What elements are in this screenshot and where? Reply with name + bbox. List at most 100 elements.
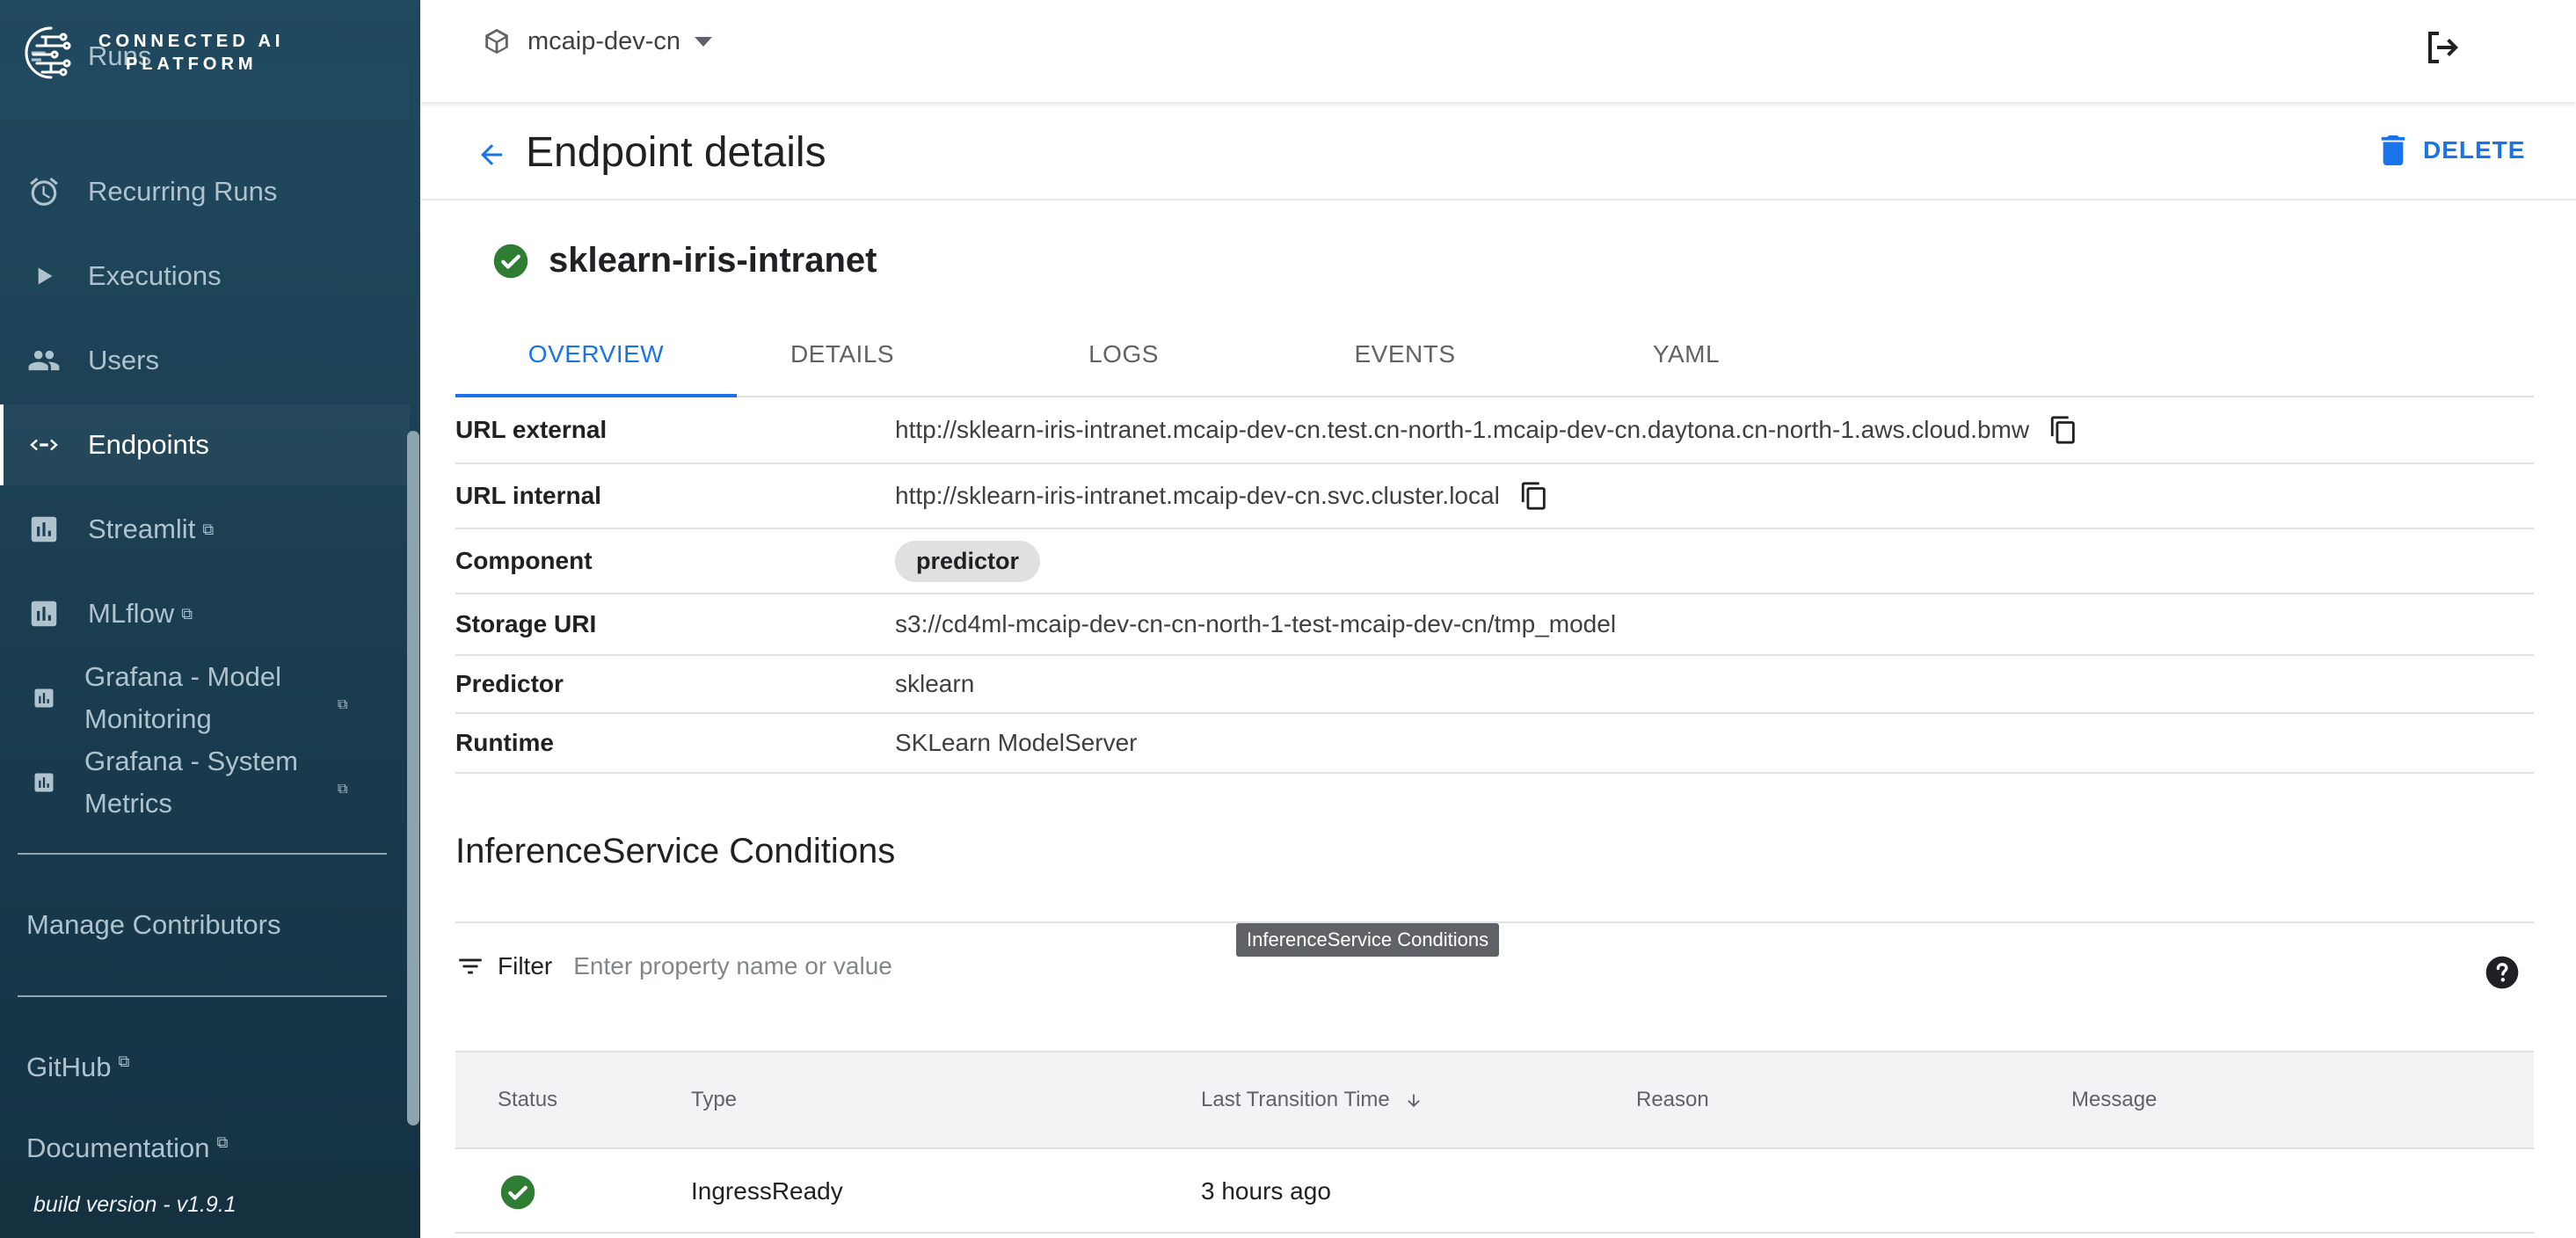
detail-key: URL external [455,416,608,443]
documentation-label: Documentation [26,1132,210,1163]
label-line-2: Metrics [84,788,172,819]
sidebar-item-label: Grafana - System Metrics [84,740,298,825]
column-header-last-transition-time[interactable]: Last Transition Time [1201,1088,1423,1112]
logo-line-2: PLATFORM [125,55,258,74]
alarm-clock-icon [26,174,62,209]
sidebar-item-label: Streamlit [88,513,196,544]
success-check-icon [500,1175,535,1210]
column-header-type[interactable]: Type [691,1088,737,1112]
play-icon [26,259,62,294]
external-link-icon: ⧉ [216,1132,229,1151]
sidebar-item-grafana-model-monitoring[interactable]: Grafana - Model Monitoring ⧉ [0,656,410,740]
table-row: IngressReady 3 hours ago [455,1149,2534,1234]
help-icon[interactable] [2485,955,2520,990]
sidebar-item-grafana-system-metrics[interactable]: Grafana - System Metrics ⧉ [0,740,410,825]
tab-overview[interactable]: OVERVIEW [455,325,737,397]
copy-icon[interactable] [1519,478,1549,513]
sidebar-item-users[interactable]: Users [0,320,410,401]
external-link-icon: ⧉ [118,1052,130,1070]
sidebar: CONNECTED AI PLATFORM Runs CONNECTED AI … [0,0,420,1238]
table-header: Status Type Last Transition Time Reason … [455,1051,2534,1149]
detail-row-url-internal: URL internal http://sklearn-iris-intrane… [455,464,2534,529]
sidebar-divider [18,853,387,855]
documentation-link[interactable]: Documentation ⧉ [26,1132,228,1164]
external-link-icon: ⧉ [338,782,348,797]
detail-row-url-external: URL external http://sklearn-iris-intrane… [455,397,2534,464]
sidebar-item-label: Recurring Runs [88,176,278,207]
detail-value: http://sklearn-iris-intranet.mcaip-dev-c… [895,478,1549,513]
sidebar-item-streamlit[interactable]: Streamlit ⧉ [0,489,410,570]
success-check-icon [493,244,528,278]
column-header-status[interactable]: Status [498,1088,557,1112]
top-bar: mcaip-dev-cn [420,0,2576,102]
manage-contributors-link[interactable]: Manage Contributors [26,909,281,941]
logout-icon[interactable] [2421,26,2463,69]
back-arrow-icon[interactable] [473,139,510,171]
label-line-1: Grafana - Model [84,661,281,692]
tab-bar: OVERVIEW DETAILS LOGS EVENTS YAML [455,325,2534,397]
sidebar-scrollbar[interactable] [407,431,419,1125]
trash-icon [2381,135,2405,165]
cell-type: IngressReady [691,1177,843,1205]
sidebar-item-label: Endpoints [88,429,209,460]
conditions-table: Status Type Last Transition Time Reason … [455,1051,2534,1234]
conditions-title: InferenceService Conditions [455,832,896,870]
external-link-icon: ⧉ [202,520,215,538]
storage-uri-value: s3://cd4ml-mcaip-dev-cn-cn-north-1-test-… [895,610,1617,637]
namespace-label: mcaip-dev-cn [528,26,681,55]
sidebar-item-executions[interactable]: Executions [0,236,410,317]
detail-key: Runtime [455,729,554,756]
detail-row-storage-uri: Storage URI s3://cd4ml-mcaip-dev-cn-cn-n… [455,594,2534,656]
tab-details[interactable]: DETAILS [737,325,948,397]
logo-line-1: CONNECTED AI [98,32,285,51]
url-internal-value[interactable]: http://sklearn-iris-intranet.mcaip-dev-c… [895,482,1500,510]
filter-bar: Filter [455,951,1365,981]
tab-events[interactable]: EVENTS [1299,325,1510,397]
sidebar-item-label: MLflow [88,598,175,629]
build-version: build version - v1.9.1 [0,1171,420,1238]
chart-icon [26,512,62,547]
users-icon [26,343,62,378]
logo-text: CONNECTED AI PLATFORM [98,30,284,76]
predictor-value: sklearn [895,670,975,697]
tab-logs[interactable]: LOGS [1018,325,1229,397]
platform-logo-overlay: CONNECTED AI PLATFORM [25,25,284,81]
code-arrows-icon [26,427,62,462]
sidebar-item-label: Grafana - Model Monitoring [84,656,281,740]
page-header: Endpoint details DELETE [420,106,2576,200]
url-external-value[interactable]: http://sklearn-iris-intranet.mcaip-dev-c… [895,416,2029,444]
filter-input[interactable] [573,952,1365,980]
external-link-icon: ⧉ [338,697,348,712]
detail-key: Component [455,547,593,574]
column-header-reason[interactable]: Reason [1636,1088,1709,1112]
copy-icon[interactable] [2048,412,2078,448]
endpoint-name: sklearn-iris-intranet [492,241,877,280]
namespace-selector[interactable]: mcaip-dev-cn [482,26,713,56]
cube-icon [485,28,508,55]
sidebar-item-mlflow[interactable]: MLflow ⧉ [0,573,410,654]
label-line-2: Monitoring [84,703,212,734]
cell-last-transition-time: 3 hours ago [1201,1177,1331,1205]
detail-key: Predictor [455,670,564,697]
external-link-icon: ⧉ [181,604,193,623]
filter-label: Filter [498,952,553,979]
chevron-down-icon [695,36,713,47]
sidebar-item-endpoints[interactable]: Endpoints [0,404,410,485]
detail-row-component: Component predictor [455,529,2534,594]
column-header-label: Last Transition Time [1201,1088,1390,1111]
page-title: Endpoint details [526,129,826,176]
sidebar-item-label: Executions [88,260,222,291]
sidebar-item-recurring-runs[interactable]: Recurring Runs [0,151,410,232]
circuit-logo-icon [25,26,71,79]
github-label: GitHub [26,1052,112,1082]
github-link[interactable]: GitHub ⧉ [26,1052,129,1083]
sidebar-item-label: Users [88,345,159,375]
detail-value: http://sklearn-iris-intranet.mcaip-dev-c… [895,412,2078,448]
detail-value: predictor [895,540,1041,582]
tab-yaml[interactable]: YAML [1581,325,1792,397]
component-chip: predictor [895,540,1041,582]
delete-label: DELETE [2423,136,2526,164]
delete-button[interactable]: DELETE [2381,135,2525,165]
column-header-message[interactable]: Message [2071,1088,2157,1112]
detail-key: URL internal [455,482,601,509]
